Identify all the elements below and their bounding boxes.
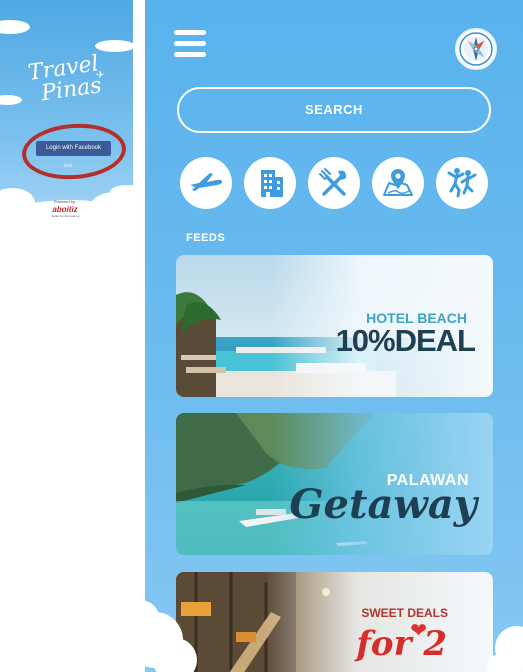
hamburger-menu-icon[interactable] xyxy=(174,30,206,60)
feed-card-sweet-deals[interactable]: SWEET DEALS ❤ for 2 xyxy=(176,572,493,672)
facebook-login-button[interactable]: Login with Facebook xyxy=(36,141,111,156)
feed-card-hotel-beach[interactable]: HOTEL BEACH 10%DEAL xyxy=(176,255,493,397)
category-hotels-button[interactable] xyxy=(244,157,296,209)
cloud-decoration xyxy=(0,20,30,34)
login-screen: Travel Pinas ✈ Login with Facebook skip … xyxy=(0,0,133,232)
building-icon xyxy=(261,170,283,197)
search-input[interactable]: SEARCH xyxy=(177,87,491,133)
category-restaurants-button[interactable] xyxy=(308,157,360,209)
home-screen: SEARCH FEEDS HOTEL BEACH 10%DEAL PALAWAN… xyxy=(145,0,523,672)
powered-by-label: Powered by: xyxy=(53,199,77,204)
feed-card-palawan-getaway[interactable]: PALAWAN Getaway xyxy=(176,413,493,555)
category-activities-button[interactable] xyxy=(436,157,488,209)
fork-knife-icon xyxy=(319,168,347,196)
category-flights-button[interactable] xyxy=(180,157,232,209)
compass-icon[interactable] xyxy=(455,28,497,70)
aboitiz-tagline: better for the heat up xyxy=(51,214,80,218)
aboitiz-logo: aboitiz xyxy=(52,205,78,214)
map-pin-icon xyxy=(383,169,413,196)
skip-link[interactable]: skip xyxy=(58,163,78,169)
feed-title: for 2 xyxy=(356,624,447,664)
feed-title: 10%DEAL xyxy=(335,323,476,358)
plane-icon: ✈ xyxy=(96,70,105,81)
feeds-heading: FEEDS xyxy=(186,232,226,244)
airplane-icon xyxy=(190,173,222,191)
app-logo-title: Travel Pinas xyxy=(7,51,122,110)
feed-subtitle: SWEET DEALS xyxy=(361,606,448,620)
people-jumping-icon xyxy=(447,168,477,198)
category-maps-button[interactable] xyxy=(372,157,424,209)
feed-title: Getaway xyxy=(289,481,477,528)
